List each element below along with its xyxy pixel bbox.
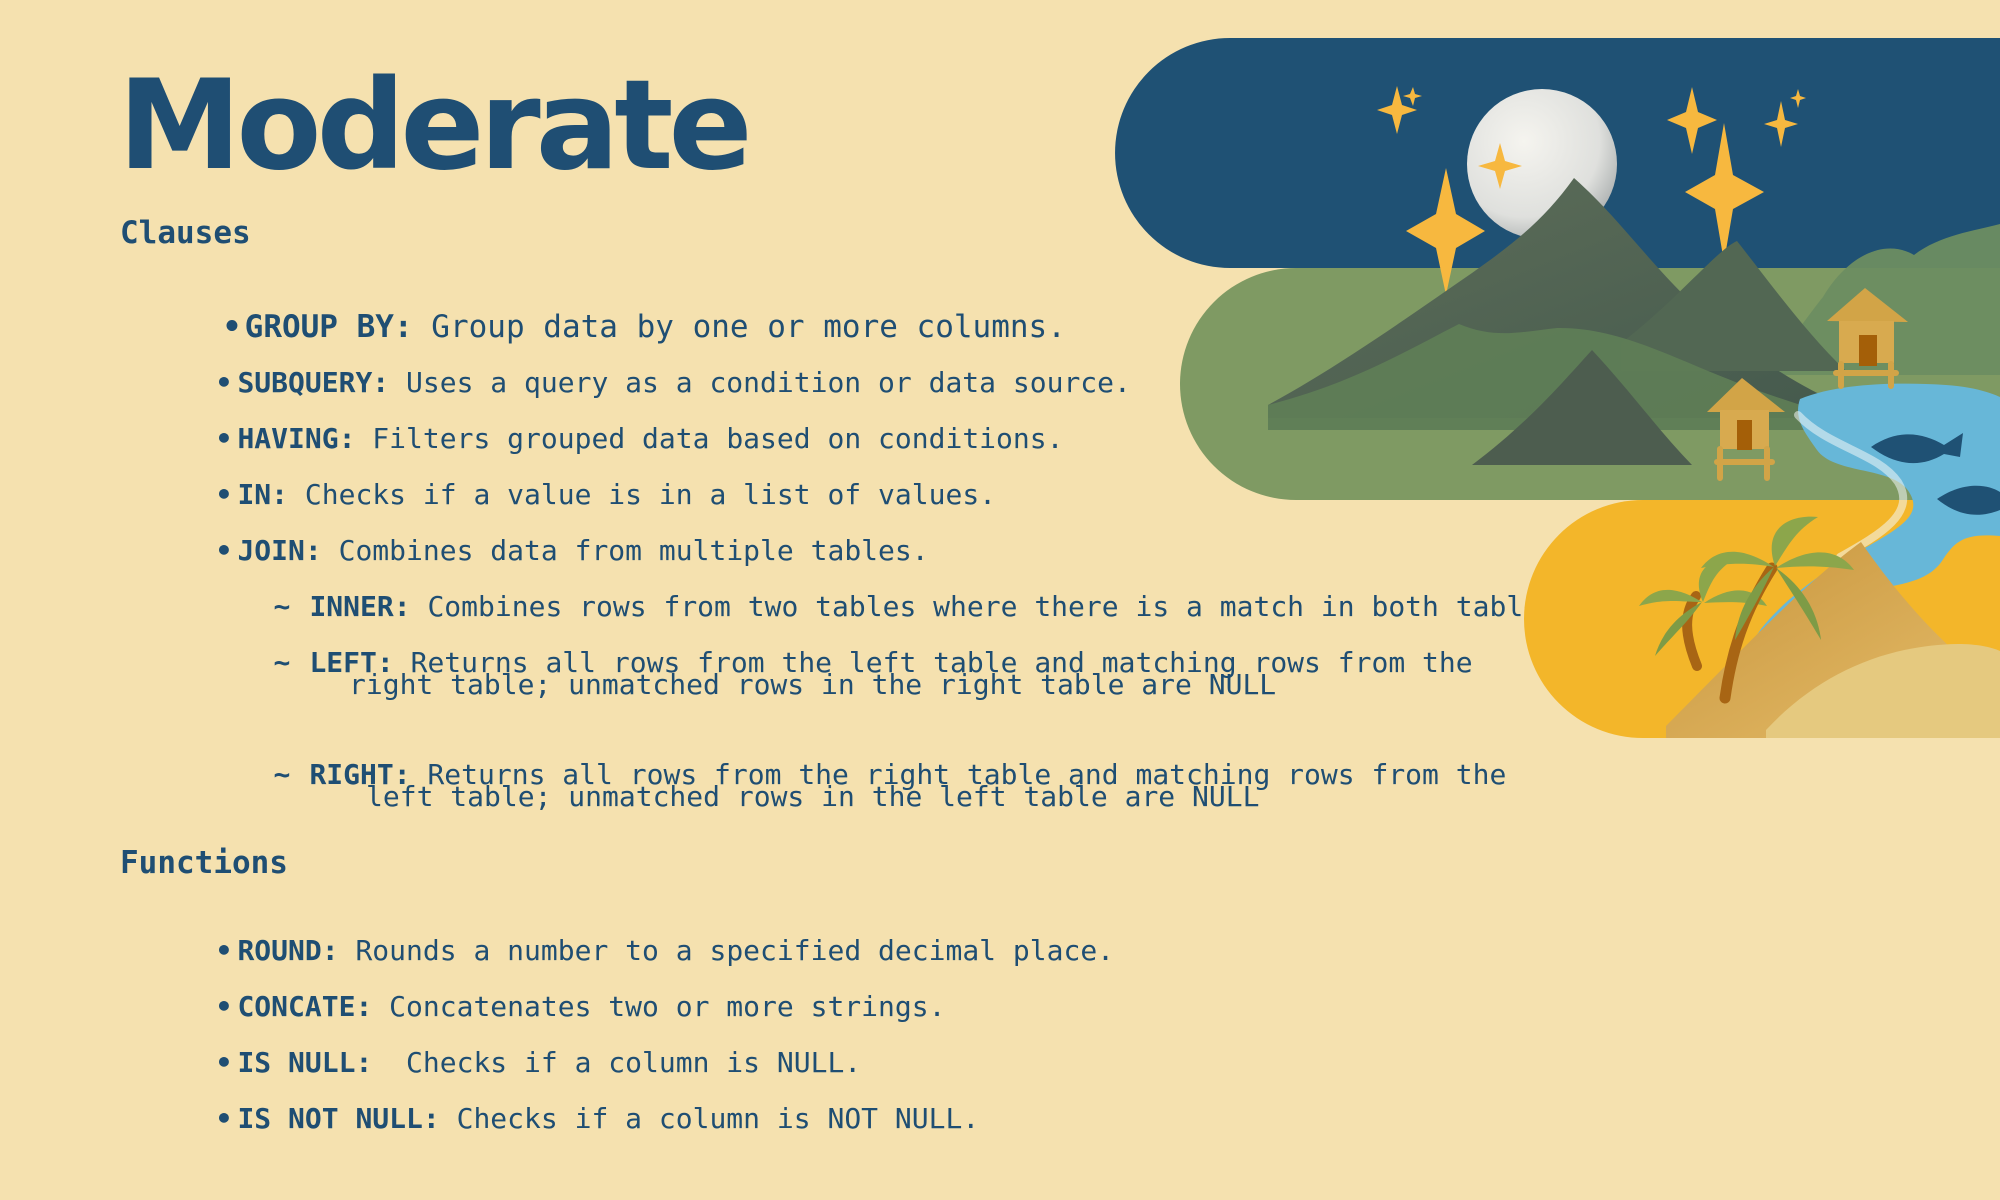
function-term: IS NOT NULL: (237, 1101, 440, 1135)
slide-title: Moderate (118, 54, 753, 198)
functions-heading: Functions (120, 845, 288, 881)
join-right-continuation: left table; unmatched rows in the left t… (366, 780, 1260, 813)
moon-mountains-river-village-illustration (1110, 36, 2000, 746)
clauses-heading: Clauses (120, 215, 251, 251)
function-description: Checks if a column is NOT NULL. (439, 1101, 980, 1135)
function-item-is-not-null: • IS NOT NULL: Checks if a column is NOT … (148, 1068, 979, 1169)
bullet-icon: • (215, 1101, 233, 1135)
tilde-icon: ~ (273, 757, 291, 791)
sql-moderate-slide: Moderate Clauses • GROUP BY: Group data b… (0, 0, 2000, 1200)
tilde-icon: ~ (273, 645, 291, 679)
illustration-svg (1115, 38, 2000, 738)
